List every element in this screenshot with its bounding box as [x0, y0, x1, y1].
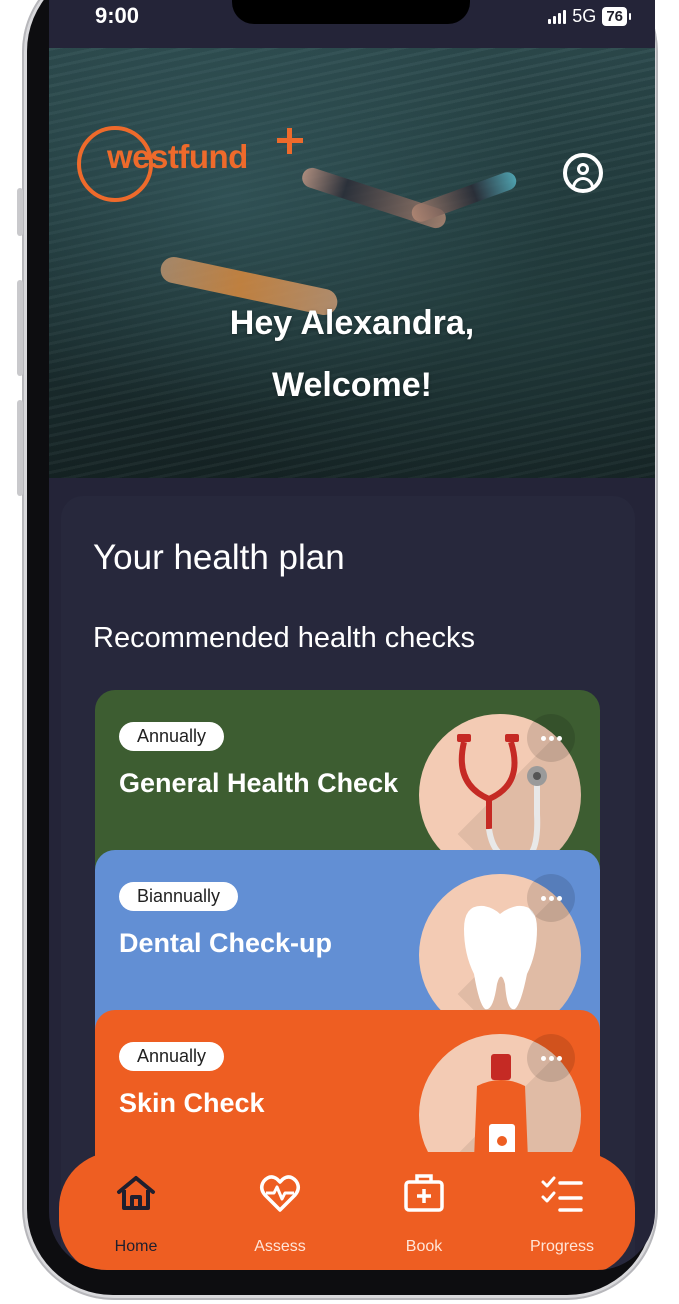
- volume-down-button: [17, 400, 23, 496]
- greeting-name: Hey Alexandra,: [229, 304, 475, 342]
- checklist-icon: [539, 1170, 585, 1216]
- greeting-welcome: Welcome!: [272, 366, 432, 404]
- swimmer-figure: [299, 165, 449, 231]
- more-options-button[interactable]: [527, 874, 575, 922]
- mute-switch: [17, 188, 23, 236]
- nav-label-progress: Progress: [529, 1238, 595, 1255]
- frequency-badge: Annually: [119, 722, 225, 751]
- network-type: 5G: [572, 6, 597, 26]
- user-circle-icon[interactable]: [563, 153, 603, 193]
- health-check-title: Dental Check-up: [119, 928, 333, 958]
- logo-plus-icon: [277, 128, 303, 154]
- app-screen: 9:00 5G 76 westfund Hey Alexandra, Welco…: [49, 0, 655, 1270]
- heart-pulse-icon: [257, 1170, 303, 1216]
- health-check-title: Skin Check: [119, 1088, 265, 1118]
- nav-label-assess: Assess: [254, 1238, 306, 1255]
- brand-name: westfund: [107, 138, 248, 175]
- more-options-button[interactable]: [527, 714, 575, 762]
- medical-kit-icon: [401, 1170, 447, 1216]
- home-icon: [113, 1170, 159, 1216]
- swimmer-figure: [409, 169, 519, 225]
- nav-item-book[interactable]: Book: [369, 1170, 479, 1270]
- bottom-navigation: Home Assess Book Progress: [59, 1152, 635, 1270]
- volume-up-button: [17, 280, 23, 376]
- frequency-badge: Biannually: [119, 882, 239, 911]
- dynamic-island: [232, 0, 470, 24]
- hero-banner: westfund Hey Alexandra, Welcome!: [49, 48, 655, 478]
- signal-icon: [548, 9, 567, 24]
- status-bar: 9:00 5G 76: [49, 0, 655, 48]
- battery-icon: 76: [602, 7, 631, 26]
- nav-label-book: Book: [405, 1238, 443, 1255]
- nav-item-assess[interactable]: Assess: [225, 1170, 335, 1270]
- nav-item-home[interactable]: Home: [81, 1170, 191, 1270]
- nav-item-progress[interactable]: Progress: [507, 1170, 617, 1270]
- westfund-logo: westfund: [77, 126, 303, 216]
- nav-label-home: Home: [114, 1238, 158, 1255]
- status-time: 9:00: [95, 3, 140, 28]
- more-options-button[interactable]: [527, 1034, 575, 1082]
- recommended-checks-heading: Recommended health checks: [93, 622, 476, 654]
- status-indicators: 5G 76: [548, 6, 631, 27]
- health-plan-title: Your health plan: [93, 538, 345, 577]
- frequency-badge: Annually: [119, 1042, 225, 1071]
- health-check-title: General Health Check: [119, 768, 399, 798]
